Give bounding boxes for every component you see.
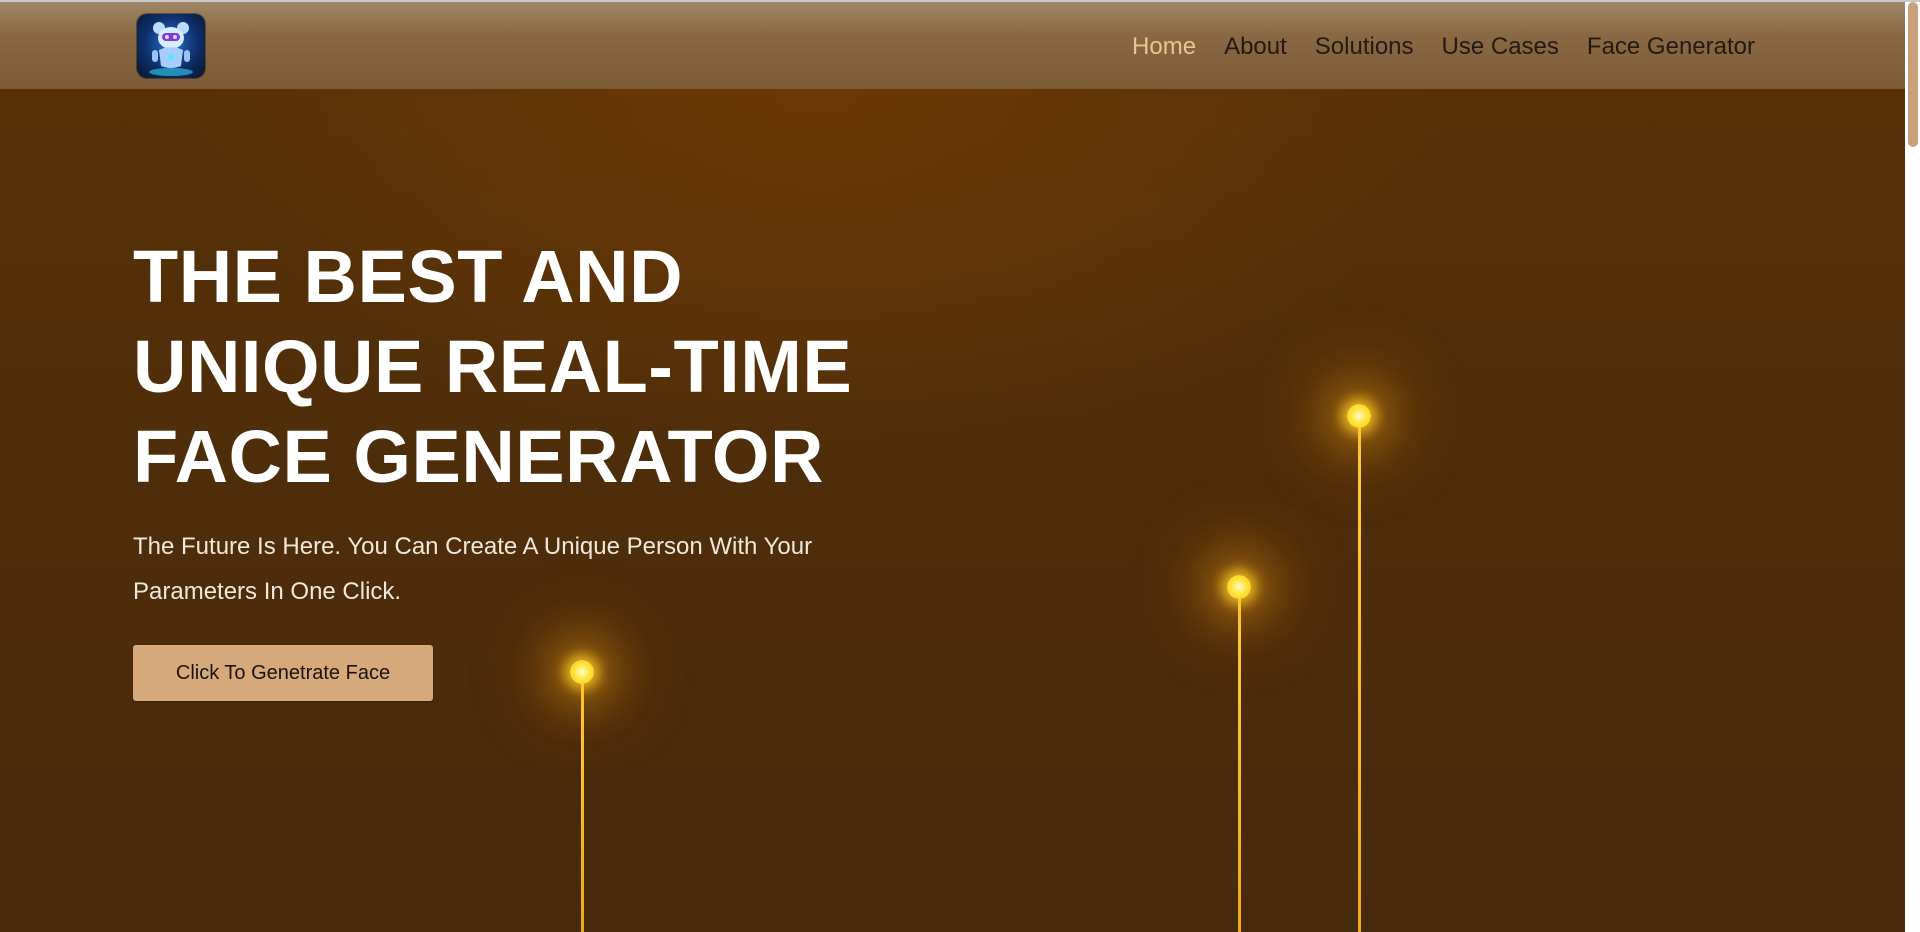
hero-subtitle-line: Parameters In One Click. [133, 578, 402, 605]
nav-use-cases[interactable]: Use Cases [1442, 33, 1559, 61]
generate-face-button[interactable]: Click To Genetrate Face [133, 645, 433, 701]
glowing-orb-icon [1347, 404, 1371, 428]
site-header: Home About Solutions Use Cases Face Gene… [0, 2, 1905, 89]
page: Home About Solutions Use Cases Face Gene… [0, 0, 1920, 932]
nav-solutions[interactable]: Solutions [1315, 33, 1414, 61]
light-beam [581, 672, 584, 932]
nav-home[interactable]: Home [1132, 33, 1196, 61]
hero-title-line: UNIQUE REAL-TIME [133, 325, 853, 408]
hero-title-line: THE BEST AND [133, 235, 684, 318]
scrollbar[interactable] [1905, 2, 1920, 932]
hero-subtitle: The Future Is Here. You Can Create A Uni… [133, 524, 833, 614]
glowing-orb-icon [570, 660, 594, 684]
scrollbar-thumb[interactable] [1908, 2, 1918, 147]
hero-subtitle-line: The Future Is Here. You Can Create A Uni… [133, 533, 813, 560]
hero-title-line: FACE GENERATOR [133, 415, 824, 498]
main-nav: Home About Solutions Use Cases Face Gene… [1132, 32, 1755, 62]
light-beam [1358, 416, 1361, 932]
light-beam [1238, 587, 1241, 932]
nav-about[interactable]: About [1224, 33, 1287, 61]
nav-face-generator[interactable]: Face Generator [1587, 33, 1755, 61]
robot-logo-icon[interactable] [137, 14, 205, 78]
glowing-orb-icon [1227, 575, 1251, 599]
hero-title: THE BEST AND UNIQUE REAL-TIME FACE GENER… [133, 232, 853, 502]
